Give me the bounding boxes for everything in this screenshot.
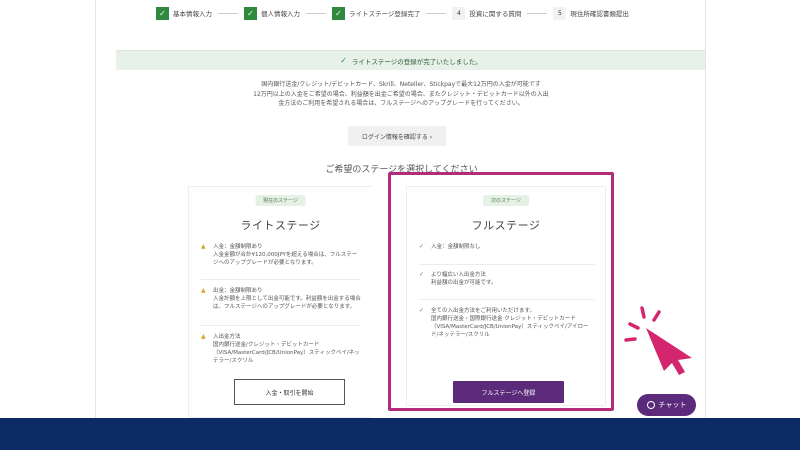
step-divider bbox=[218, 12, 238, 14]
feature-body: 入金金額が合計¥120,000JPYを超える場合は、フルステージへのアップグレー… bbox=[213, 252, 358, 266]
step-divider bbox=[306, 12, 326, 14]
warning-icon: ▲ bbox=[201, 333, 206, 340]
intro-line: 金方法のご利用を希望される場合は、フルステージへのアップグレードを行ってください… bbox=[278, 100, 524, 107]
step-label: 基本情報入力 bbox=[173, 10, 212, 18]
feature-body: 国内銀行送金/クレジット・デビットカード（VISA/MasterCard/JCB… bbox=[213, 342, 360, 364]
view-login-info-button[interactable]: ログイン情報を確認する › bbox=[348, 126, 446, 146]
step-number: 4 bbox=[452, 6, 466, 20]
step-address-docs: 5 現住所確認書類提出 bbox=[553, 6, 629, 20]
check-icon: ✓ bbox=[244, 6, 257, 20]
success-banner: ✓ ライトステージの登録が完了いたしました。 bbox=[116, 50, 705, 70]
feature-title: 入金：金額制限あり bbox=[213, 244, 263, 250]
step-investment-questions: 4 投資に関する質問 bbox=[452, 6, 522, 20]
step-label: ライトステージ登録完了 bbox=[349, 10, 421, 18]
progress-steps: ✓ 基本情報入力 ✓ 個人情報入力 ✓ ライトステージ登録完了 4 投資に関する… bbox=[156, 4, 629, 22]
step-number: 5 bbox=[553, 6, 567, 20]
feature-methods: ▲ 入出金方法 国内銀行送金/クレジット・デビットカード（VISA/Master… bbox=[201, 333, 372, 365]
step-basic-info: ✓ 基本情報入力 bbox=[156, 6, 212, 20]
intro-text: 国内銀行送金/クレジット/デビットカード、Skrill、Neteller、Sti… bbox=[216, 80, 586, 109]
intro-line: 国内銀行送金/クレジット/デビットカード、Skrill、Neteller、Sti… bbox=[261, 81, 541, 88]
check-icon: ✓ bbox=[332, 6, 345, 20]
feature-title: 出金：金額制限あり bbox=[213, 288, 263, 294]
step-label: 個人情報入力 bbox=[261, 10, 300, 18]
divider bbox=[201, 279, 361, 280]
lite-stage-card: 現在のステージ ライトステージ ▲ 入金：金額制限あり 入金金額が合計¥120,… bbox=[188, 186, 372, 418]
warning-icon: ▲ bbox=[201, 243, 206, 250]
step-divider bbox=[527, 12, 548, 14]
current-stage-badge: 現在のステージ bbox=[255, 195, 306, 206]
banner-text: ライトステージの登録が完了いたしました。 bbox=[351, 57, 482, 66]
left-margin bbox=[0, 0, 95, 418]
highlight-box bbox=[388, 172, 614, 411]
footer-bar bbox=[0, 418, 800, 450]
lite-stage-title: ライトステージ bbox=[240, 219, 321, 232]
step-personal-info: ✓ 個人情報入力 bbox=[244, 6, 300, 20]
chat-bubble-icon bbox=[646, 401, 655, 409]
feature-body: 入金計額を上限として出金可能です。利益額を出金する場合は、フルステージへのアップ… bbox=[213, 296, 361, 310]
start-deposit-trade-button[interactable]: 入金・取引を開始 bbox=[234, 379, 345, 405]
right-margin bbox=[706, 0, 800, 418]
step-label: 投資に関する質問 bbox=[469, 10, 522, 18]
check-icon: ✓ bbox=[156, 6, 169, 20]
tap-hand-icon bbox=[624, 306, 692, 375]
step-lite-complete: ✓ ライトステージ登録完了 bbox=[332, 6, 421, 20]
step-label: 現住所確認書類提出 bbox=[570, 10, 629, 18]
warning-icon: ▲ bbox=[201, 287, 206, 294]
feature-deposit: ▲ 入金：金額制限あり 入金金額が合計¥120,000JPYを超える場合は、フル… bbox=[201, 243, 372, 267]
divider bbox=[201, 325, 361, 326]
feature-withdrawal: ▲ 出金：金額制限あり 入金計額を上限として出金可能です。利益額を出金する場合は… bbox=[201, 287, 372, 311]
intro-line: 12万円以上の入金をご希望の場合、利益額を出金ご希望の場合、またクレジット・デビ… bbox=[253, 90, 549, 98]
chat-button[interactable]: チャット bbox=[637, 394, 696, 416]
chat-label: チャット bbox=[658, 401, 687, 409]
check-icon: ✓ bbox=[340, 56, 347, 65]
step-divider bbox=[426, 12, 447, 14]
feature-title: 入出金方法 bbox=[213, 334, 241, 340]
